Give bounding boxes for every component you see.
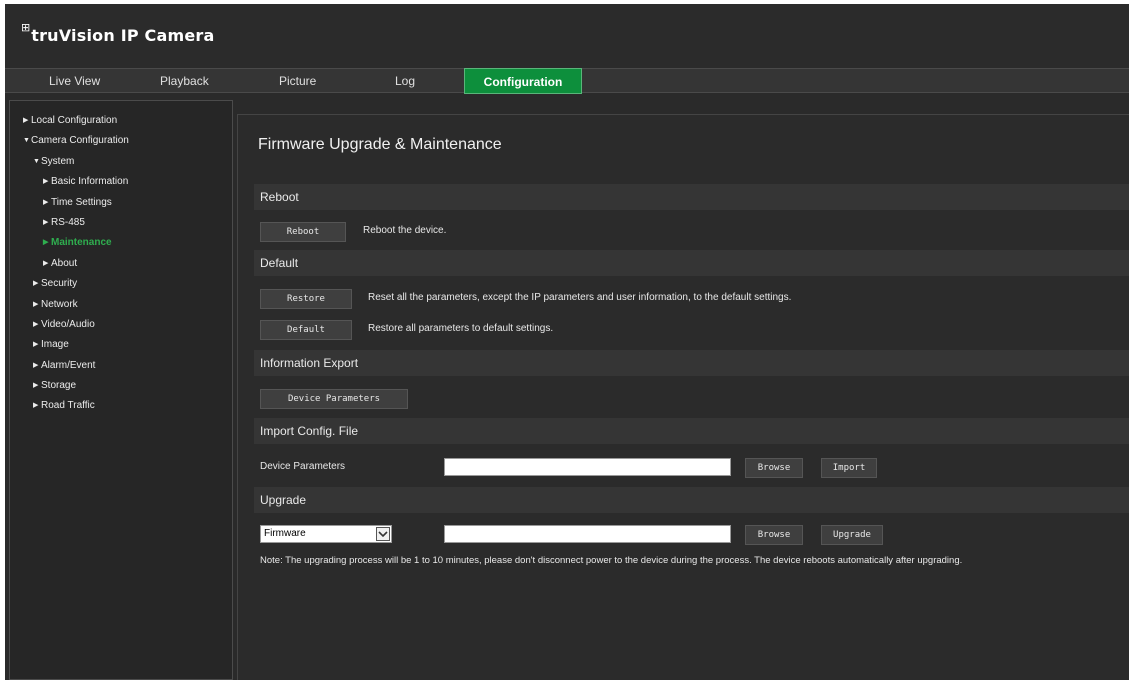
header: ⊞ truVision IP Camera [5,4,1129,68]
caret-right-icon: ▶ [43,218,49,226]
sidebar-item-label: Road Traffic [41,400,95,412]
upgrade-button[interactable]: Upgrade [821,525,883,545]
import-button[interactable]: Import [821,458,877,478]
sidebar-item-label: Basic Information [51,176,129,188]
sidebar-item-road-traffic[interactable]: ▶ Road Traffic [10,396,232,416]
section-header-upgrade: Upgrade [254,487,1129,513]
tab-configuration[interactable]: Configuration [464,68,582,94]
sidebar-item-about[interactable]: ▶ About [10,254,232,274]
sidebar-item-label: Alarm/Event [41,359,96,371]
sidebar-item-label: System [41,155,75,167]
caret-right-icon: ▶ [33,300,39,308]
caret-right-icon: ▶ [43,198,49,206]
page-title: Firmware Upgrade & Maintenance [258,136,502,153]
logo-icon: ⊞ [21,21,31,34]
sidebar-item-label: About [51,257,78,269]
caret-right-icon: ▶ [43,178,49,186]
restore-description: Reset all the parameters, except the IP … [368,292,792,303]
restore-button[interactable]: Restore [260,289,352,309]
default-description: Restore all parameters to default settin… [368,323,554,334]
sidebar-item-camera-configuration[interactable]: ▼Camera Configuration [10,131,232,151]
chevron-down-icon[interactable] [376,527,390,541]
caret-right-icon: ▶ [33,320,39,328]
caret-right-icon: ▶ [33,402,39,410]
sidebar-item-maintenance[interactable]: ▶ Maintenance [10,233,232,253]
sidebar-item-label: Image [41,339,69,351]
section-header-information-export: Information Export [254,350,1129,376]
brand-name: truVision IP Camera [31,26,215,45]
sidebar: ▶ Local Configuration ▼Camera Configurati… [9,100,233,680]
sidebar-item-label: RS-485 [51,216,85,228]
caret-down-icon: ▼ [33,157,40,165]
upgrade-type-value: Firmware [264,528,306,539]
reboot-button[interactable]: Reboot [260,222,346,242]
default-button[interactable]: Default [260,320,352,340]
sidebar-item-storage[interactable]: ▶ Storage [10,376,232,396]
upgrade-type-select[interactable]: Firmware [260,525,392,543]
caret-right-icon: ▶ [33,382,39,390]
logo: ⊞ truVision IP Camera [21,21,215,45]
sidebar-item-label: Video/Audio [41,318,95,330]
sidebar-item-label: Maintenance [51,237,112,249]
sidebar-item-rs485[interactable]: ▶ RS-485 [10,213,232,233]
upgrade-file-path-input[interactable] [444,525,731,543]
caret-right-icon: ▶ [33,361,39,369]
sidebar-item-label: Storage [41,380,77,392]
sidebar-item-label: Camera Configuration [31,135,129,147]
sidebar-item-label: Local Configuration [31,115,118,126]
upgrade-browse-button[interactable]: Browse [745,525,803,545]
sidebar-item-security[interactable]: ▶ Security [10,274,232,294]
tab-picture[interactable]: Picture [279,69,316,93]
sidebar-item-image[interactable]: ▶ Image [10,335,232,355]
section-header-reboot: Reboot [254,184,1129,210]
tab-log[interactable]: Log [395,69,415,93]
caret-right-icon: ▶ [43,239,49,247]
sidebar-item-label: Network [41,298,78,310]
caret-right-icon: ▶ [33,280,39,288]
sidebar-item-basic-information[interactable]: ▶ Basic Information [10,172,232,192]
section-header-default: Default [254,250,1129,276]
main-panel: Firmware Upgrade & Maintenance Reboot Re… [237,114,1129,680]
sidebar-item-video-audio[interactable]: ▶ Video/Audio [10,315,232,335]
main-tabs: Live View Playback Picture Log Configura… [5,68,1129,94]
caret-right-icon: ▶ [43,259,49,267]
section-header-import-config: Import Config. File [254,418,1129,444]
sidebar-item-network[interactable]: ▶ Network [10,295,232,315]
sidebar-item-time-settings[interactable]: ▶ Time Settings [10,193,232,213]
caret-right-icon: ▶ [23,117,29,124]
upgrade-note: Note: The upgrading process will be 1 to… [260,555,963,566]
caret-down-icon: ▼ [23,137,30,145]
caret-right-icon: ▶ [33,341,39,349]
sidebar-item-label: Time Settings [51,196,112,208]
import-browse-button[interactable]: Browse [745,458,803,478]
sidebar-item-system[interactable]: ▼System [10,152,232,172]
app-window: ⊞ truVision IP Camera Live View Playback… [5,4,1129,680]
tab-live-view[interactable]: Live View [49,69,100,93]
import-file-path-input[interactable] [444,458,731,476]
export-device-parameters-button[interactable]: Device Parameters [260,389,408,409]
sidebar-item-alarm-event[interactable]: ▶ Alarm/Event [10,356,232,376]
reboot-description: Reboot the device. [363,225,447,236]
import-device-parameters-label: Device Parameters [260,461,346,472]
tab-playback[interactable]: Playback [160,69,209,93]
sidebar-item-label: Security [41,278,78,290]
sidebar-item-local-configuration[interactable]: ▶ Local Configuration [10,111,232,131]
